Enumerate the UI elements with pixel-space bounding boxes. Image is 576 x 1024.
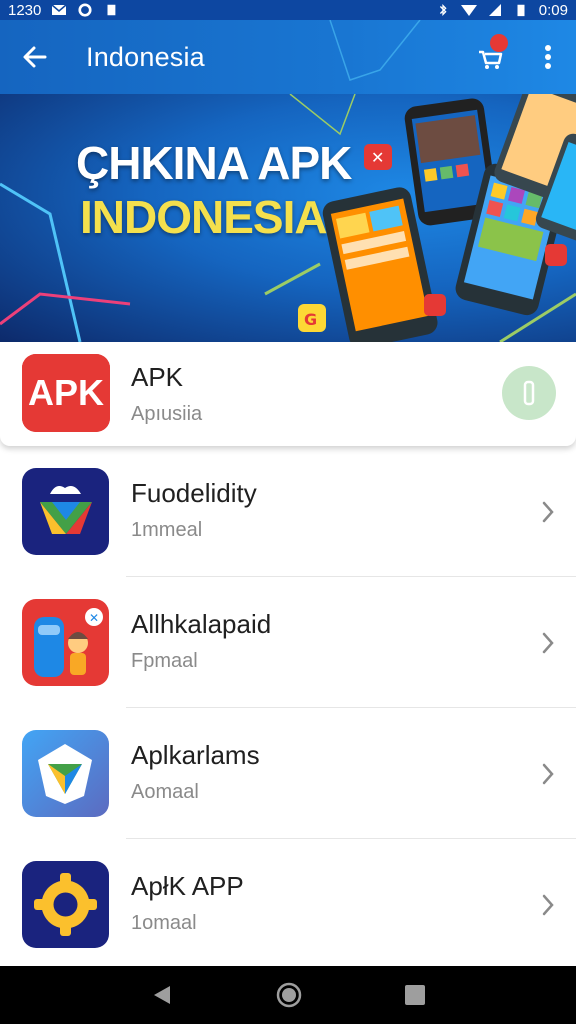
banner-headline: ÇHKINA APK [76,137,352,189]
list-item-title: ApłK APP [131,871,244,901]
app-bar: Indonesia [0,20,576,94]
wifi-icon [460,5,477,16]
floating-red-icon [424,294,446,316]
chevron-right-icon [542,501,554,522]
chevron-right-icon [542,763,554,784]
clipboard-icon [107,4,116,16]
toggle-handle-icon [523,380,535,406]
svg-text:G: G [304,310,317,329]
more-vert-icon [545,45,551,69]
mail-icon [51,4,67,15]
list-item[interactable]: Fuodelidity 1mmeal [0,446,576,577]
nav-home-icon[interactable] [275,981,303,1009]
svg-text:✕: ✕ [371,148,384,167]
battery-icon [517,4,525,17]
more-options-button[interactable] [520,20,576,94]
promo-banner[interactable]: ✕ G ÇHKINA APK INDONESIA [0,94,576,342]
back-button[interactable] [0,20,70,94]
list-item-subtitle: 1mmeal [131,519,203,541]
list-item-subtitle: Fpmaal [131,650,198,672]
chevron-right-icon [542,632,554,653]
list-item[interactable]: ApłK APP 1omaal [0,839,576,970]
list-item-subtitle: Aomaal [131,781,199,803]
apk-logo-icon: APK [22,354,110,432]
notifications-button[interactable] [460,20,520,94]
list-item[interactable]: ✕ Allhkalapaid Fpmaal [0,577,576,708]
chevron-right-icon [542,894,554,915]
list-item-title: Aplkarlams [131,740,260,770]
list-item-title: APK [131,362,184,392]
play-store-style-icon [22,468,109,555]
settings-circle-icon [78,3,92,17]
nav-recents-icon[interactable] [404,984,426,1006]
status-bar: 1230 0:09 [0,0,576,20]
floating-red-icon-2 [545,244,567,266]
character-app-icon: ✕ [22,599,109,686]
diamond-shield-icon [22,730,109,817]
install-toggle-button[interactable] [502,366,556,420]
app-list: APK APK Apıusiia Fuodelidity 1mmeal ✕ Al… [0,342,576,970]
list-item-title: Fuodelidity [131,478,257,508]
banner-subheadline: INDONESIA [80,191,328,243]
page-title: Indonesia [86,41,205,72]
svg-text:APK: APK [28,372,104,413]
list-item-subtitle: Apıusiia [131,403,203,425]
svg-text:✕: ✕ [89,611,99,625]
system-nav-bar [0,966,576,1024]
signal-icon [488,4,501,16]
list-item-title: Allhkalapaid [131,609,272,639]
list-item[interactable]: Aplkarlams Aomaal [0,708,576,839]
status-time-left: 1230 [8,1,42,19]
status-time-right: 0:09 [538,1,568,19]
gear-ring-icon [22,861,109,948]
arrow-back-icon [23,46,47,68]
list-item-subtitle: 1omaal [131,912,197,934]
nav-back-icon[interactable] [150,983,174,1007]
bluetooth-icon [439,4,447,16]
list-item[interactable]: APK APK Apıusiia [0,342,576,446]
notification-badge [490,34,508,52]
